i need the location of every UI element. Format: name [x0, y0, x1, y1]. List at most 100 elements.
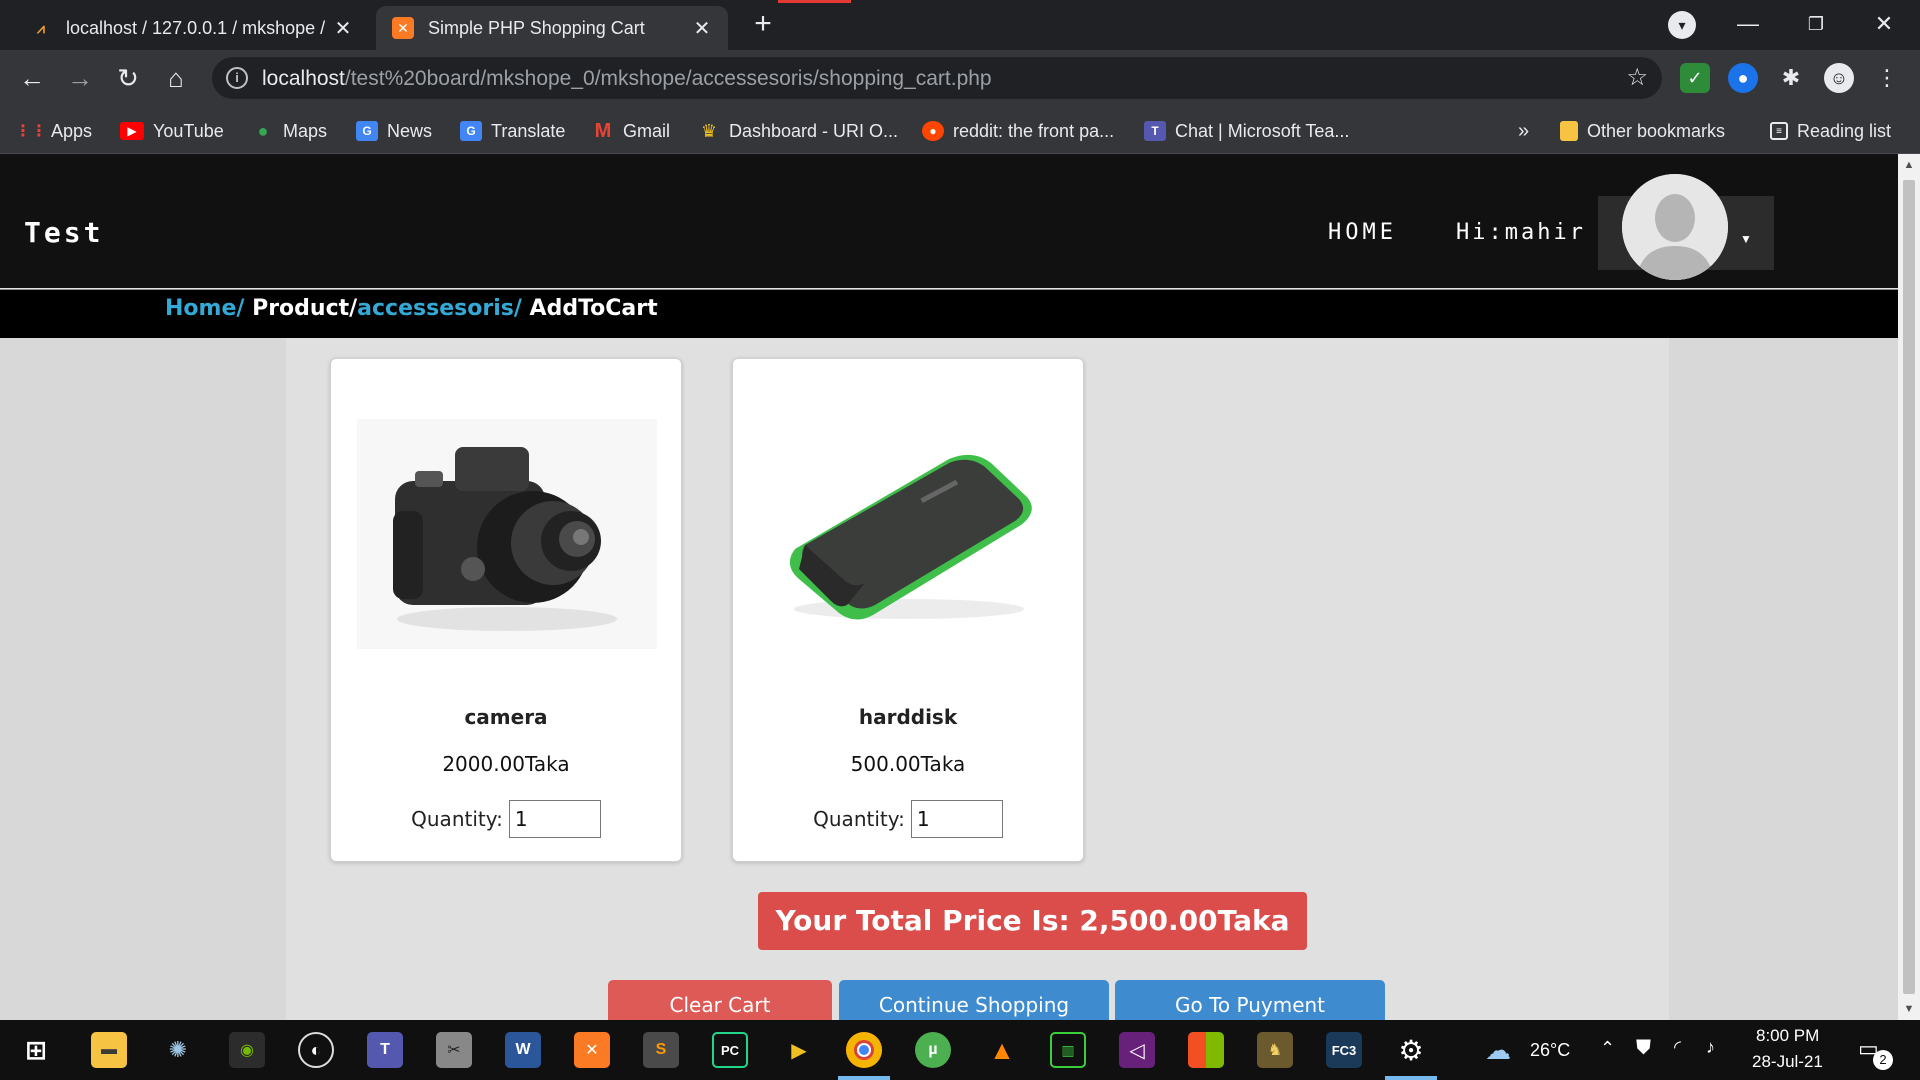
caret-down-icon[interactable]: ▼	[1740, 232, 1752, 246]
settings-active-indicator	[1385, 1076, 1437, 1080]
browser-toolbar: ← → ↻ ⌂ i localhost/test%20board/mkshope…	[0, 50, 1920, 106]
globe-extension-icon[interactable]: ●	[1728, 63, 1758, 93]
windows-taskbar: ⊞ ▬ ✺ ◉ ◐ T ✂ W ✕ S PC ▶ µ ▲ ▥ ◁ ♞ FC3 ⚙…	[0, 1020, 1920, 1080]
media-player-icon[interactable]: ▶	[781, 1032, 817, 1068]
bookmark-teams[interactable]: T Chat | Microsoft Tea...	[1144, 118, 1349, 144]
extensions-puzzle-icon[interactable]: ✱	[1776, 63, 1806, 93]
weather-cloud-icon[interactable]: ☁	[1480, 1032, 1516, 1068]
bookmark-label: Other bookmarks	[1587, 120, 1726, 141]
pycharm-icon[interactable]: PC	[712, 1032, 748, 1068]
far-cry-3-icon[interactable]: FC3	[1326, 1032, 1362, 1068]
product-name: harddisk	[858, 705, 958, 729]
home-icon[interactable]: ⌂	[158, 60, 194, 96]
nvidia-icon[interactable]: ◉	[229, 1032, 265, 1068]
scroll-down-icon[interactable]: ▼	[1898, 998, 1920, 1020]
reading-list[interactable]: ≡ Reading list	[1770, 118, 1891, 144]
bookmark-star-icon[interactable]: ☆	[1626, 63, 1648, 92]
profile-avatar-icon[interactable]: ☺	[1824, 63, 1854, 93]
breadcrumb-home[interactable]: Home/	[165, 296, 244, 321]
bookmark-maps[interactable]: ● Maps	[252, 118, 327, 144]
go-to-payment-button[interactable]: Go To Puyment	[1115, 980, 1385, 1020]
weather-temp[interactable]: 26°C	[1530, 1040, 1570, 1061]
close-window-icon[interactable]: ✕	[1854, 6, 1914, 42]
loading-bar	[778, 0, 851, 3]
settings-gear-icon[interactable]: ⚙	[1393, 1032, 1429, 1068]
url-text[interactable]: localhost/test%20board/mkshope_0/mkshope…	[262, 67, 992, 91]
chrome-active-indicator	[838, 1076, 890, 1080]
apps-grid-icon: ⋮⋮	[15, 123, 47, 140]
bookmarks-overflow-icon[interactable]: »	[1518, 118, 1529, 144]
bookmark-youtube[interactable]: ▶ YouTube	[120, 118, 224, 144]
chrome-icon[interactable]	[846, 1032, 882, 1068]
bookmark-gmail[interactable]: M Gmail	[592, 118, 670, 144]
clock-time[interactable]: 8:00 PM	[1756, 1026, 1819, 1046]
bookmark-apps[interactable]: ⋮⋮ Apps	[15, 118, 93, 144]
back-icon[interactable]: ←	[14, 60, 50, 96]
nav-home-link[interactable]: HOME	[1328, 220, 1397, 245]
reload-icon[interactable]: ↻	[110, 60, 146, 96]
page-viewport: Test HOME Hi:mahir ▼ Home/ Product/acces…	[0, 154, 1898, 1020]
teams-taskbar-icon[interactable]: T	[367, 1032, 403, 1068]
security-shield-icon[interactable]: ⛊	[1636, 1037, 1651, 1060]
new-tab-button[interactable]: +	[748, 9, 778, 40]
continue-shopping-button[interactable]: Continue Shopping	[839, 980, 1109, 1020]
clear-cart-button[interactable]: Clear Cart	[608, 980, 832, 1020]
bookmark-label: Apps	[51, 120, 93, 141]
shield-extension-icon[interactable]: ✓	[1680, 63, 1710, 93]
scroll-thumb[interactable]	[1903, 180, 1915, 994]
scroll-up-icon[interactable]: ▲	[1898, 154, 1920, 176]
bookmark-other[interactable]: Other bookmarks	[1560, 118, 1725, 144]
forward-icon[interactable]: →	[62, 60, 98, 96]
volume-icon[interactable]: ♪	[1706, 1037, 1715, 1058]
atom-app-icon[interactable]: ✺	[160, 1032, 196, 1068]
minimize-icon[interactable]: —	[1718, 6, 1778, 42]
clock-date[interactable]: 28-Jul-21	[1752, 1052, 1823, 1072]
site-brand[interactable]: Test	[24, 216, 103, 249]
tab-shopping-cart[interactable]: ✕ Simple PHP Shopping Cart ✕	[376, 6, 728, 50]
notification-count-badge: 2	[1873, 1050, 1893, 1070]
breadcrumb-category[interactable]: accessesoris/	[357, 296, 522, 321]
reading-list-label: Reading list	[1797, 120, 1892, 141]
vlc-icon[interactable]: ▲	[984, 1032, 1020, 1068]
bookmark-label: reddit: the front pa...	[953, 120, 1115, 141]
utorrent-icon[interactable]: µ	[915, 1032, 951, 1068]
reading-list-icon: ≡	[1770, 122, 1788, 140]
tab-phpmyadmin[interactable]: ⩘ localhost / 127.0.0.1 / mkshope / ✕	[14, 6, 369, 50]
word-icon[interactable]: W	[505, 1032, 541, 1068]
avatar[interactable]	[1622, 174, 1728, 280]
nav-user-greeting[interactable]: Hi:mahir	[1456, 220, 1586, 245]
quantity-input[interactable]	[508, 800, 601, 838]
bookmark-reddit[interactable]: ● reddit: the front pa...	[922, 118, 1114, 144]
windows-start-icon[interactable]: ⊞	[16, 1030, 56, 1070]
gmail-icon: M	[594, 119, 612, 142]
sublime-text-icon[interactable]: S	[643, 1032, 679, 1068]
visual-studio-icon[interactable]: ◁	[1119, 1032, 1155, 1068]
tray-chevron-icon[interactable]: ⌃	[1600, 1038, 1615, 1059]
quantity-input[interactable]	[910, 800, 1003, 838]
xampp-taskbar-icon[interactable]: ✕	[574, 1032, 610, 1068]
page-scrollbar[interactable]: ▲ ▼	[1898, 154, 1920, 1020]
cpu-monitor-icon[interactable]: ▥	[1050, 1032, 1086, 1068]
bookmark-dashboard[interactable]: ♛ Dashboard - URI O...	[698, 118, 898, 144]
menu-kebab-icon[interactable]: ⋮	[1872, 63, 1902, 93]
address-bar[interactable]: i localhost/test%20board/mkshope_0/mksho…	[212, 57, 1662, 99]
restore-icon[interactable]: ❐	[1786, 6, 1846, 42]
game-launcher-icon[interactable]: ♞	[1257, 1032, 1293, 1068]
tab-title: Simple PHP Shopping Cart	[428, 17, 645, 38]
file-explorer-icon[interactable]: ▬	[91, 1032, 127, 1068]
snipping-tool-icon[interactable]: ✂	[436, 1032, 472, 1068]
url-path: /test%20board/mkshope_0/mkshope/accesses…	[344, 67, 992, 90]
wifi-icon[interactable]: ◜	[1674, 1037, 1681, 1058]
bookmark-translate[interactable]: G Translate	[460, 118, 565, 144]
bookmark-label: YouTube	[153, 120, 224, 141]
site-info-icon[interactable]: i	[226, 67, 248, 89]
quantity-label: Quantity:	[813, 807, 905, 831]
microsoft-store-icon[interactable]	[1188, 1032, 1224, 1068]
total-price-banner: Your Total Price Is: 2,500.00Taka	[758, 892, 1307, 950]
close-tab-icon[interactable]: ✕	[333, 16, 353, 41]
maps-pin-icon: ●	[257, 120, 269, 141]
tab-search-icon[interactable]: ▾	[1668, 11, 1696, 39]
bookmark-news[interactable]: G News	[356, 118, 432, 144]
obs-icon[interactable]: ◐	[298, 1032, 334, 1068]
close-tab-icon[interactable]: ✕	[692, 16, 712, 41]
